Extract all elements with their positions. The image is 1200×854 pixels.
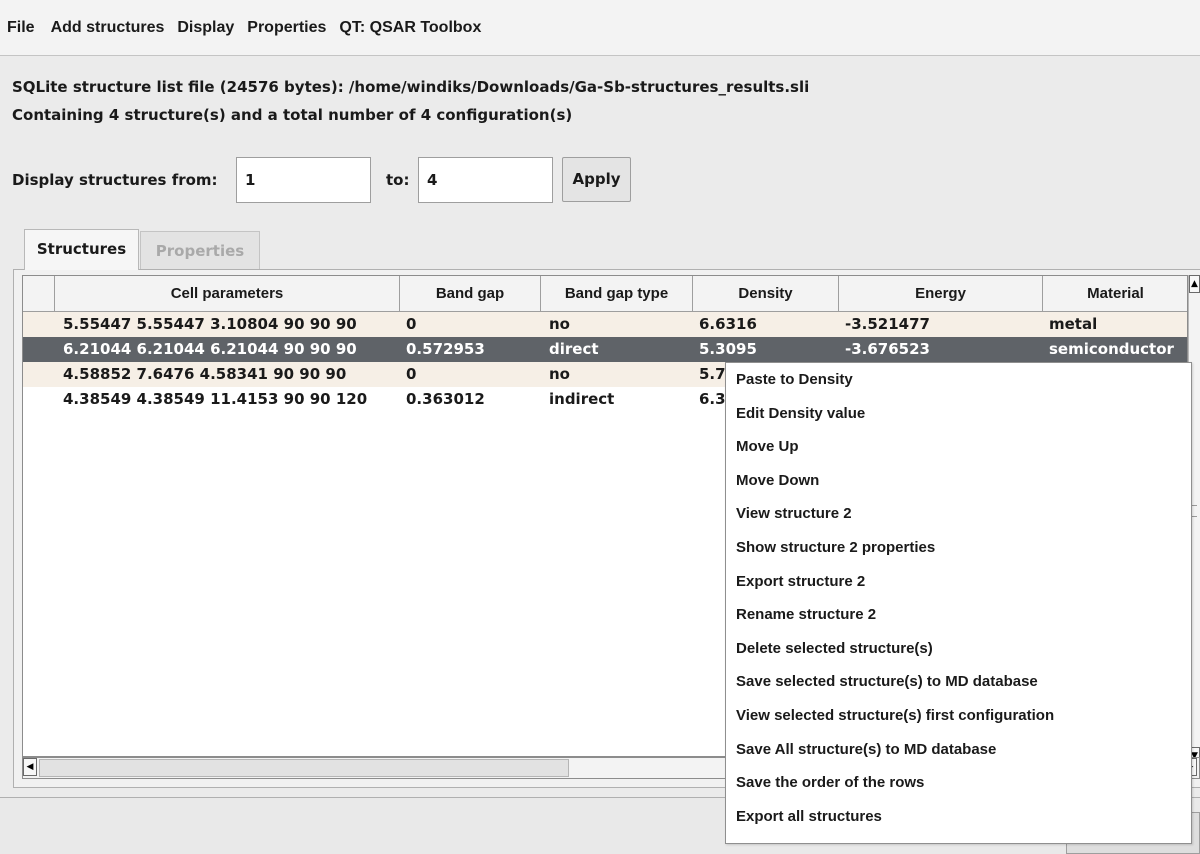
column-header-band-gap-type[interactable]: Band gap type	[541, 276, 693, 312]
menu-item-save-all-md[interactable]: Save All structure(s) to MD database	[726, 733, 1191, 767]
menu-item-paste-to-density[interactable]: Paste to Density	[726, 363, 1191, 397]
menu-item-export-structure[interactable]: Export structure 2	[726, 565, 1191, 599]
column-header-cell-parameters[interactable]: Cell parameters	[55, 276, 400, 312]
from-label: Display structures from:	[12, 171, 218, 189]
cell-band-gap: 0	[406, 315, 417, 333]
column-header-energy[interactable]: Energy	[839, 276, 1043, 312]
menu-file[interactable]: File	[7, 19, 35, 37]
table-row-selected[interactable]: 6.21044 6.21044 6.21044 90 90 90 0.57295…	[23, 337, 1187, 362]
menu-item-view-first-config[interactable]: View selected structure(s) first configu…	[726, 699, 1191, 733]
tab-structures[interactable]: Structures	[24, 229, 139, 270]
cell-band-gap: 0.572953	[406, 340, 485, 358]
column-header-density[interactable]: Density	[693, 276, 839, 312]
file-info-text: SQLite structure list file (24576 bytes)…	[12, 78, 810, 96]
column-header-material[interactable]: Material	[1043, 276, 1187, 312]
cell-parameters: 4.38549 4.38549 11.4153 90 90 120	[63, 390, 368, 408]
menu-properties[interactable]: Properties	[247, 19, 326, 37]
menu-item-move-down[interactable]: Move Down	[726, 464, 1191, 498]
menu-item-move-up[interactable]: Move Up	[726, 430, 1191, 464]
menu-item-delete-selected[interactable]: Delete selected structure(s)	[726, 632, 1191, 666]
menu-item-export-all[interactable]: Export all structures	[726, 800, 1191, 834]
menu-item-edit-density[interactable]: Edit Density value	[726, 397, 1191, 431]
cell-parameters: 4.58852 7.6476 4.58341 90 90 90	[63, 365, 347, 383]
cell-band-gap-type: no	[549, 315, 570, 333]
cell-density: 6.6316	[699, 315, 757, 333]
cell-energy: -3.521477	[845, 315, 930, 333]
menu-qsar-toolbox[interactable]: QT: QSAR Toolbox	[339, 19, 481, 37]
menu-item-rename-structure[interactable]: Rename structure 2	[726, 598, 1191, 632]
cell-material: semiconductor	[1049, 340, 1174, 358]
apply-button[interactable]: Apply	[562, 157, 631, 202]
column-header-band-gap[interactable]: Band gap	[400, 276, 541, 312]
to-label: to:	[386, 171, 410, 189]
scroll-thumb[interactable]	[39, 759, 569, 777]
tab-properties[interactable]: Properties	[140, 231, 260, 269]
from-input[interactable]: 1	[236, 157, 371, 203]
cell-band-gap-type: direct	[549, 340, 599, 358]
table-row[interactable]: 5.55447 5.55447 3.10804 90 90 90 0 no 6.…	[23, 312, 1187, 337]
menu-item-view-structure[interactable]: View structure 2	[726, 497, 1191, 531]
cell-density: 5.3095	[699, 340, 757, 358]
menu-item-save-row-order[interactable]: Save the order of the rows	[726, 766, 1191, 800]
cell-energy: -3.676523	[845, 340, 930, 358]
cell-material: metal	[1049, 315, 1098, 333]
scroll-left-icon[interactable]: ◀	[23, 758, 37, 776]
cell-parameters: 6.21044 6.21044 6.21044 90 90 90	[63, 340, 357, 358]
menu-item-save-selected-md[interactable]: Save selected structure(s) to MD databas…	[726, 665, 1191, 699]
structure-count-text: Containing 4 structure(s) and a total nu…	[12, 106, 573, 124]
to-input[interactable]: 4	[418, 157, 553, 203]
context-menu: Paste to Density Edit Density value Move…	[725, 362, 1192, 844]
menu-bar: File Add structures Display Properties Q…	[0, 0, 1200, 56]
cell-band-gap: 0.363012	[406, 390, 485, 408]
cell-band-gap-type: indirect	[549, 390, 615, 408]
scroll-up-icon[interactable]: ▲	[1189, 275, 1200, 293]
menu-add-structures[interactable]: Add structures	[51, 19, 165, 37]
cell-band-gap: 0	[406, 365, 417, 383]
column-header-partial[interactable]	[23, 276, 55, 312]
menu-display[interactable]: Display	[177, 19, 234, 37]
cell-band-gap-type: no	[549, 365, 570, 383]
menu-item-show-properties[interactable]: Show structure 2 properties	[726, 531, 1191, 565]
cell-parameters: 5.55447 5.55447 3.10804 90 90 90	[63, 315, 357, 333]
